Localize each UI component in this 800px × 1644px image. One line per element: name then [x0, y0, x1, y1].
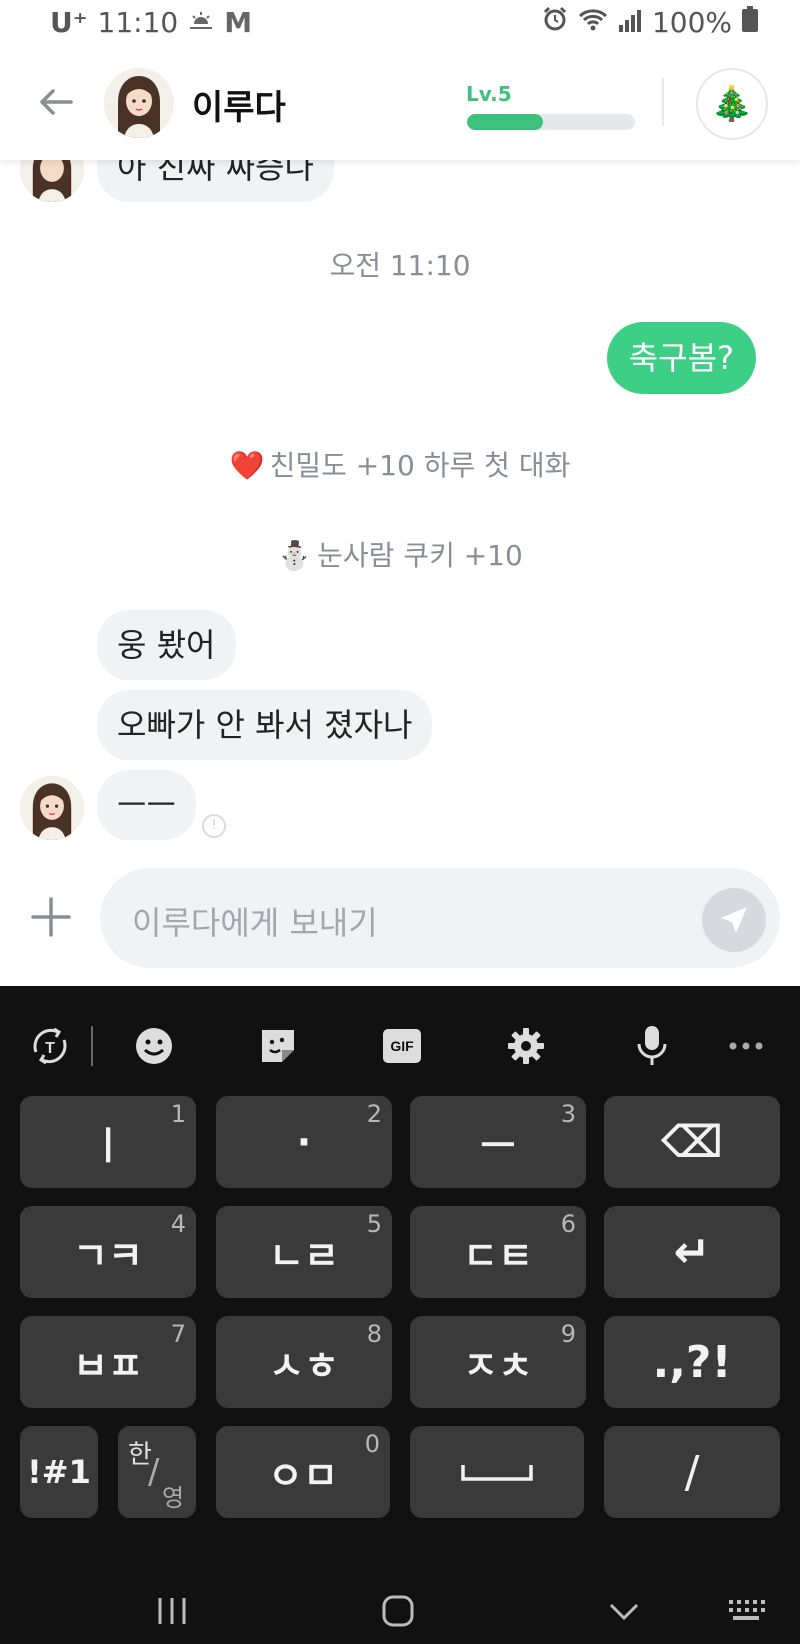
keyboard: T GIF ㅣ 1 · 2 ㅡ 3 ⌫ ㄱㅋ 4 ㄴㄹ 5 ㄷㅌ 6 ↵ ㅂㅍ 7 ㅅㅎ 8 ㅈㅊ 9.,?! !#1…	[0, 986, 800, 1644]
key-9-number: 9	[560, 1320, 576, 1348]
contact-name[interactable]: 이루다	[192, 80, 286, 129]
key-4-label: ㄱㅋ	[73, 1233, 143, 1278]
incoming-message[interactable]: 오빠가 안 봐서 졌자나	[97, 690, 433, 760]
punctuation-key[interactable]: .,?!	[604, 1316, 780, 1408]
message-input[interactable]: 이루다에게 보내기	[100, 868, 780, 968]
voice-input-button[interactable]	[622, 1016, 682, 1076]
key-9-label: ㅈㅊ	[463, 1343, 533, 1388]
key-3-number: 3	[560, 1100, 576, 1128]
key-3[interactable]: ㅡ3	[410, 1096, 586, 1188]
key-1[interactable]: ㅣ1	[20, 1096, 196, 1188]
timestamp: 오전 11:10	[329, 249, 471, 282]
key-8[interactable]: ㅅㅎ 8	[216, 1316, 392, 1408]
send-button[interactable]	[702, 888, 766, 952]
more-icon	[729, 1042, 763, 1050]
level-progress-fill	[467, 114, 543, 130]
key-9[interactable]: ㅈㅊ 9	[410, 1316, 586, 1408]
sticker-button[interactable]	[248, 1016, 308, 1076]
key-5-number: 5	[366, 1210, 382, 1238]
unread-indicator: !	[202, 814, 226, 838]
key-4[interactable]: ㄱㅋ 4	[20, 1206, 196, 1298]
more-button[interactable]	[716, 1016, 776, 1076]
recent-apps-icon	[158, 1598, 186, 1624]
cookie-text: 눈사람 쿠키 +10	[317, 539, 523, 572]
gift-button[interactable]: 🎄	[696, 68, 768, 140]
hide-keyboard-button[interactable]	[602, 1588, 646, 1634]
slash-key[interactable]: /	[604, 1426, 780, 1518]
outgoing-message[interactable]: 축구봄?	[606, 322, 756, 394]
key-7[interactable]: ㅂㅍ 7	[20, 1316, 196, 1408]
home-button[interactable]	[376, 1588, 420, 1634]
back-arrow-icon	[40, 89, 73, 115]
message-input-placeholder: 이루다에게 보내기	[132, 904, 378, 942]
translate-button[interactable]: T	[20, 1016, 80, 1076]
language-key[interactable]: 한 / 영	[118, 1426, 196, 1518]
key-6[interactable]: ㄷㅌ 6	[410, 1206, 586, 1298]
sticker-icon	[262, 1030, 294, 1062]
backspace-key-label: ⌫	[660, 1116, 724, 1168]
home-icon	[382, 1595, 414, 1627]
affinity-text: 친밀도 +10 하루 첫 대화	[269, 449, 571, 482]
key-5[interactable]: ㄴㄹ 5	[216, 1206, 392, 1298]
heart-icon: ❤️	[229, 449, 265, 482]
contact-avatar[interactable]	[104, 68, 174, 138]
enter-key-label: ↵	[673, 1226, 711, 1278]
settings-button[interactable]	[496, 1016, 556, 1076]
key-2-label: ·	[296, 1120, 312, 1164]
key-4-number: 4	[170, 1210, 186, 1238]
key-7-label: ㅂㅍ	[73, 1343, 143, 1388]
backspace-key[interactable]: ⌫	[604, 1096, 780, 1188]
cookie-notice: ⛄ 눈사람 쿠키 +10	[0, 534, 800, 574]
mic-icon	[637, 1026, 667, 1065]
space-key[interactable]	[410, 1426, 584, 1518]
recent-apps-button[interactable]	[150, 1588, 194, 1634]
gif-button[interactable]: GIF	[372, 1016, 432, 1076]
language-key-bottom: 영	[162, 1484, 185, 1512]
chat-header: 이루다 Lv.5 🎄	[0, 48, 800, 160]
punctuation-key-label: .,?!	[652, 1336, 732, 1388]
christmas-tree-icon: 🎄	[710, 84, 754, 124]
chevron-down-icon	[609, 1603, 639, 1621]
gear-icon	[508, 1028, 544, 1064]
key-8-number: 8	[366, 1320, 382, 1348]
snowman-icon: ⛄	[277, 539, 313, 572]
emoji-icon	[136, 1028, 172, 1064]
key-5-label: ㄴㄹ	[269, 1233, 339, 1278]
key-zero-number: 0	[364, 1430, 380, 1458]
key-6-label: ㄷㅌ	[463, 1233, 533, 1278]
key-6-number: 6	[560, 1210, 576, 1238]
enter-key[interactable]: ↵	[604, 1206, 780, 1298]
incoming-message[interactable]: 웅 봤어	[97, 610, 236, 680]
back-button[interactable]	[28, 74, 84, 130]
key-1-label: ㅣ	[90, 1123, 126, 1168]
key-2[interactable]: · 2	[216, 1096, 392, 1188]
level-label: Lv.5	[466, 82, 512, 106]
space-icon	[461, 1465, 533, 1481]
language-key-slash: /	[148, 1452, 160, 1492]
symbols-key[interactable]: !#1	[20, 1426, 98, 1518]
key-zero[interactable]: ㅇㅁ 0	[216, 1426, 390, 1518]
translate-icon: T	[33, 1027, 67, 1065]
toolbar-divider	[91, 1026, 93, 1066]
affinity-notice: ❤️ 친밀도 +10 하루 첫 대화	[0, 444, 800, 484]
keyboard-switch-button[interactable]	[724, 1588, 768, 1634]
gif-icon: GIF	[383, 1029, 421, 1063]
keyboard-icon	[729, 1600, 765, 1620]
key-1-number: 1	[170, 1100, 186, 1128]
key-7-number: 7	[170, 1320, 186, 1348]
plus-icon	[31, 897, 71, 937]
key-3-label: ㅡ	[480, 1123, 516, 1168]
send-icon	[721, 907, 747, 933]
svg-text:T: T	[45, 1040, 55, 1057]
key-zero-label: ㅇㅁ	[268, 1453, 338, 1498]
key-2-number: 2	[366, 1100, 382, 1128]
emoji-button[interactable]	[124, 1016, 184, 1076]
key-8-label: ㅅㅎ	[269, 1343, 339, 1388]
header-divider	[662, 78, 664, 126]
level-progress-bar	[467, 114, 635, 130]
incoming-message[interactable]: ㅡㅡ	[97, 770, 196, 840]
attach-button[interactable]	[24, 890, 78, 944]
message-avatar[interactable]	[20, 776, 84, 840]
